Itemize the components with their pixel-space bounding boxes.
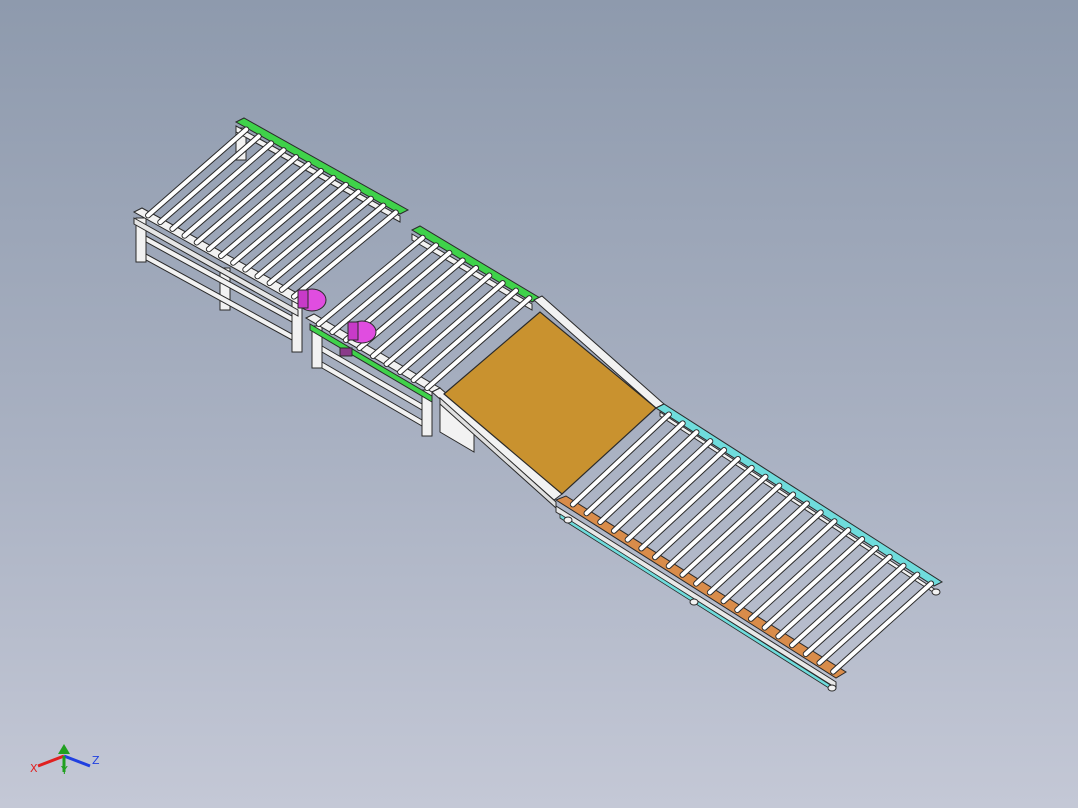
x-axis-label: X: [30, 762, 38, 775]
roller: [255, 189, 361, 279]
left-conveyor-section[interactable]: [132, 117, 410, 353]
y-axis-label: Y: [60, 764, 68, 776]
z-axis-arrow: [63, 754, 91, 768]
orientation-triad[interactable]: X Y Z: [28, 736, 108, 776]
conveyor-model[interactable]: [0, 0, 1078, 808]
ramp-plate[interactable]: [443, 311, 657, 495]
y-axis-tip: [58, 744, 70, 754]
roller: [219, 169, 323, 258]
roller: [267, 196, 373, 286]
roller: [206, 162, 311, 252]
roller: [231, 175, 336, 265]
roller: [158, 134, 261, 225]
roller: [194, 155, 299, 245]
drive-motor-1[interactable]: [297, 288, 327, 312]
roller: [291, 210, 398, 299]
right-far-frame: [659, 411, 937, 595]
roller: [243, 182, 348, 272]
roller: [279, 203, 386, 292]
z-axis-label: Z: [92, 754, 100, 767]
roller: [146, 127, 249, 218]
roller: [170, 141, 274, 231]
roller: [182, 148, 286, 238]
left-rollers: [145, 126, 399, 300]
cad-viewport[interactable]: X Y Z: [0, 0, 1078, 808]
